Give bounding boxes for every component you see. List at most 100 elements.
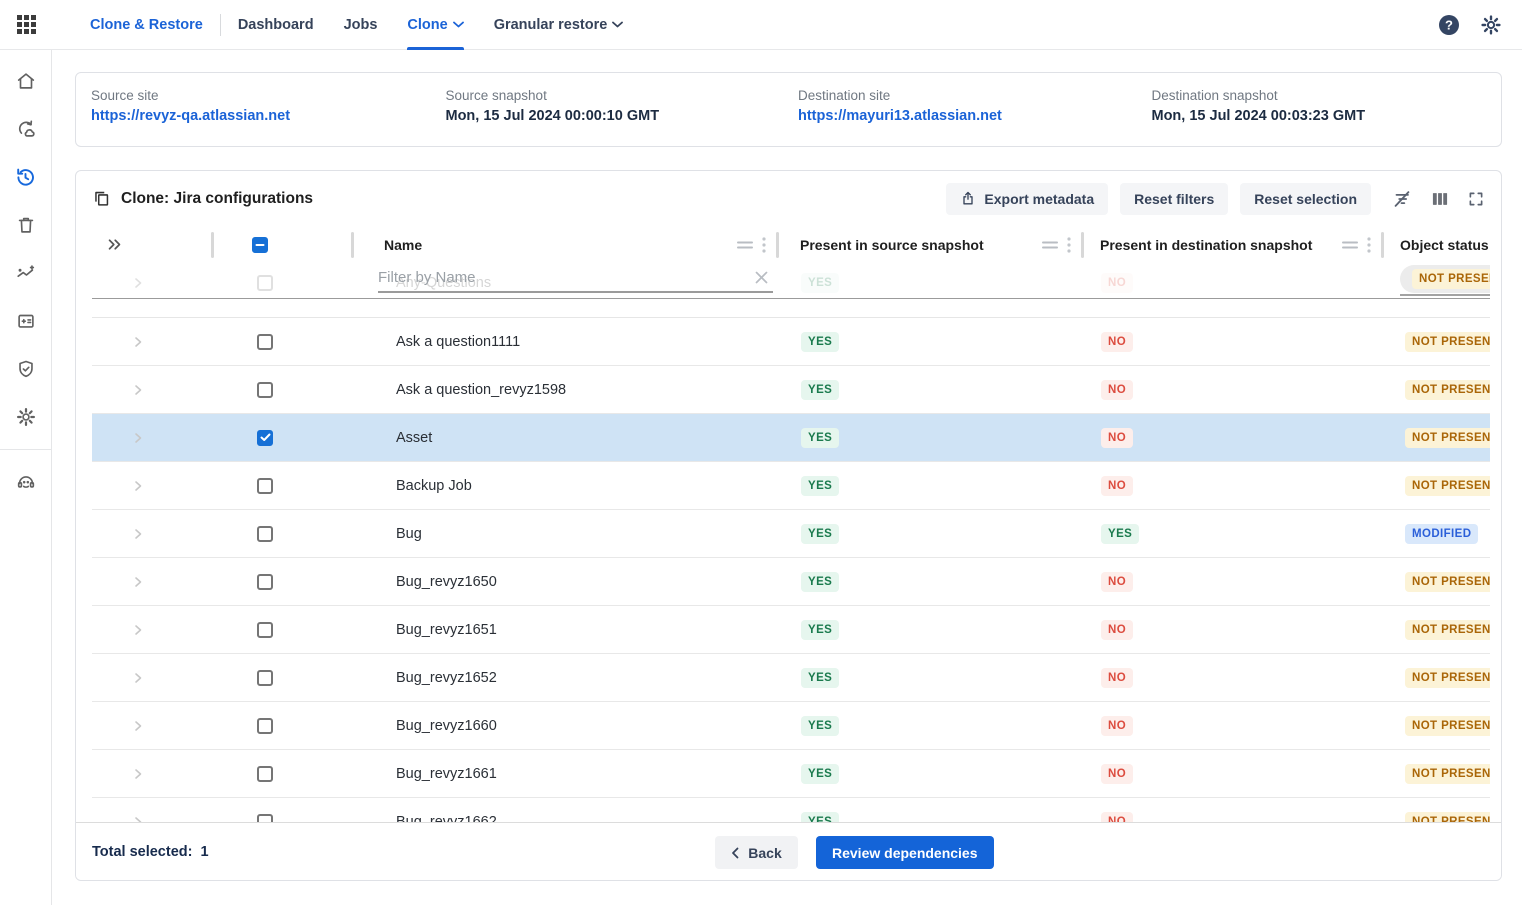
- row-checkbox[interactable]: [257, 526, 273, 542]
- back-button[interactable]: Back: [715, 836, 798, 869]
- table-row[interactable]: Bug_revyz1650 YES NO NOT PRESENT O: [92, 558, 1490, 606]
- status-badge: NOT PRESENT O: [1405, 380, 1490, 400]
- table-row[interactable]: Bug_revyz1661 YES NO NOT PRESENT O: [92, 750, 1490, 798]
- row-name: Bug_revyz1661: [353, 766, 497, 782]
- row-checkbox[interactable]: [257, 622, 273, 638]
- chevron-left-icon: [731, 847, 739, 859]
- destination-snapshot-label: Destination snapshot: [1152, 88, 1502, 103]
- filter-off-icon[interactable]: [1391, 188, 1413, 210]
- analytics-icon[interactable]: [0, 249, 52, 297]
- column-menu-icon[interactable]: [762, 237, 766, 253]
- destination-snapshot-value: Mon, 15 Jul 2024 00:03:23 GMT: [1152, 108, 1502, 124]
- backup-restore-icon[interactable]: [0, 105, 52, 153]
- destination-badge: NO: [1101, 380, 1133, 400]
- table-row[interactable]: Bug_revyz1652 YES NO NOT PRESENT O: [92, 654, 1490, 702]
- column-separator: [776, 232, 779, 258]
- column-header-source[interactable]: Present in source snapshot: [778, 237, 984, 253]
- table-row[interactable]: Asset YES NO NOT PRESENT O: [92, 414, 1490, 462]
- select-all-checkbox[interactable]: [252, 237, 268, 253]
- row-expand-icon[interactable]: [132, 768, 213, 780]
- column-filter-icon[interactable]: [737, 239, 753, 251]
- partial-row-sliver: [92, 299, 1490, 318]
- table-row[interactable]: Ask a question1111 YES NO NOT PRESENT O: [92, 318, 1490, 366]
- settings-icon[interactable]: [0, 393, 52, 441]
- row-checkbox[interactable]: [257, 430, 273, 446]
- table-row[interactable]: Bug_revyz1660 YES NO NOT PRESENT O: [92, 702, 1490, 750]
- row-checkbox[interactable]: [257, 718, 273, 734]
- columns-icon[interactable]: [1430, 189, 1450, 209]
- destination-badge: NO: [1101, 620, 1133, 640]
- row-name: Bug: [353, 526, 422, 542]
- row-expand-icon[interactable]: [132, 576, 213, 588]
- column-separator: [351, 232, 354, 258]
- chevron-down-icon: [453, 21, 464, 28]
- row-name: Bug_revyz1650: [353, 574, 497, 590]
- column-header-name[interactable]: Name: [353, 237, 422, 253]
- table-row[interactable]: Ask a question_revyz1598 YES NO NOT PRES…: [92, 366, 1490, 414]
- table-row[interactable]: Backup Job YES NO NOT PRESENT O: [92, 462, 1490, 510]
- fullscreen-icon[interactable]: [1467, 190, 1485, 208]
- export-icon: [960, 190, 976, 207]
- support-headset-icon[interactable]: [0, 458, 52, 506]
- table-row[interactable]: Bug_revyz1662 YES NO NOT PRESENT O: [92, 798, 1490, 822]
- trash-icon[interactable]: [0, 201, 52, 249]
- settings-gear-icon[interactable]: [1480, 14, 1502, 36]
- nav-item-dashboard[interactable]: Dashboard: [238, 0, 314, 50]
- row-expand-icon[interactable]: [132, 384, 213, 396]
- chevron-down-icon: [612, 21, 623, 28]
- row-expand-icon[interactable]: [132, 432, 213, 444]
- reset-selection-button[interactable]: Reset selection: [1240, 183, 1371, 215]
- table-row[interactable]: Bug YES YES MODIFIED: [92, 510, 1490, 558]
- column-menu-icon[interactable]: [1067, 237, 1071, 253]
- row-name: Bug_revyz1662: [353, 814, 497, 823]
- row-expand-icon[interactable]: [132, 528, 213, 540]
- reset-filters-button[interactable]: Reset filters: [1120, 183, 1228, 215]
- row-checkbox[interactable]: [257, 814, 273, 823]
- nav-item-clone[interactable]: Clone: [407, 0, 463, 50]
- column-header-status[interactable]: Object status: [1383, 237, 1489, 253]
- row-checkbox[interactable]: [257, 478, 273, 494]
- collapse-columns-icon[interactable]: [106, 236, 123, 253]
- row-expand-icon[interactable]: [132, 480, 213, 492]
- row-checkbox[interactable]: [257, 670, 273, 686]
- brand-link[interactable]: Clone & Restore: [90, 17, 203, 33]
- export-metadata-button[interactable]: Export metadata: [946, 183, 1108, 215]
- card-title-row: Clone: Jira configurations: [92, 189, 313, 208]
- destination-site-link[interactable]: https://mayuri13.atlassian.net: [798, 108, 1152, 124]
- source-site-link[interactable]: https://revyz-qa.atlassian.net: [91, 108, 446, 124]
- help-icon[interactable]: ?: [1438, 14, 1460, 36]
- table-region: Any-Questions YES NO: [92, 226, 1490, 822]
- shield-check-icon[interactable]: [0, 345, 52, 393]
- column-header-destination[interactable]: Present in destination snapshot: [1083, 237, 1312, 253]
- row-expand-icon[interactable]: [132, 624, 213, 636]
- id-badge-icon[interactable]: [0, 297, 52, 345]
- column-separator: [1081, 232, 1084, 258]
- source-badge: YES: [801, 332, 839, 352]
- row-checkbox[interactable]: [257, 574, 273, 590]
- row-expand-icon[interactable]: [132, 336, 213, 348]
- app-grid-icon[interactable]: [16, 14, 37, 35]
- status-filter-chip[interactable]: NOT PRESENT: [1412, 269, 1490, 289]
- column-filter-icon[interactable]: [1042, 239, 1058, 251]
- row-expand-icon[interactable]: [132, 672, 213, 684]
- destination-badge: NO: [1101, 668, 1133, 688]
- table-row[interactable]: Bug_revyz1651 YES NO NOT PRESENT O: [92, 606, 1490, 654]
- nav-item-granular-restore[interactable]: Granular restore: [494, 0, 624, 50]
- status-filter-select[interactable]: NOT PRESENT: [1400, 263, 1490, 296]
- name-filter-input[interactable]: [378, 269, 754, 286]
- row-checkbox[interactable]: [257, 382, 273, 398]
- table-body: Ask a question1111 YES NO NOT PRESENT O …: [92, 318, 1490, 822]
- home-icon[interactable]: [0, 57, 52, 105]
- review-dependencies-button[interactable]: Review dependencies: [816, 836, 994, 869]
- status-badge: NOT PRESENT O: [1405, 620, 1490, 640]
- clear-filter-icon[interactable]: [754, 270, 773, 285]
- row-expand-icon[interactable]: [132, 720, 213, 732]
- nav-divider: [220, 14, 221, 36]
- column-filter-icon[interactable]: [1342, 239, 1358, 251]
- status-badge: NOT PRESENT O: [1405, 812, 1490, 823]
- row-checkbox[interactable]: [257, 766, 273, 782]
- row-checkbox[interactable]: [257, 334, 273, 350]
- nav-item-jobs[interactable]: Jobs: [344, 0, 378, 50]
- column-menu-icon[interactable]: [1367, 237, 1371, 253]
- clone-history-icon[interactable]: [0, 153, 52, 201]
